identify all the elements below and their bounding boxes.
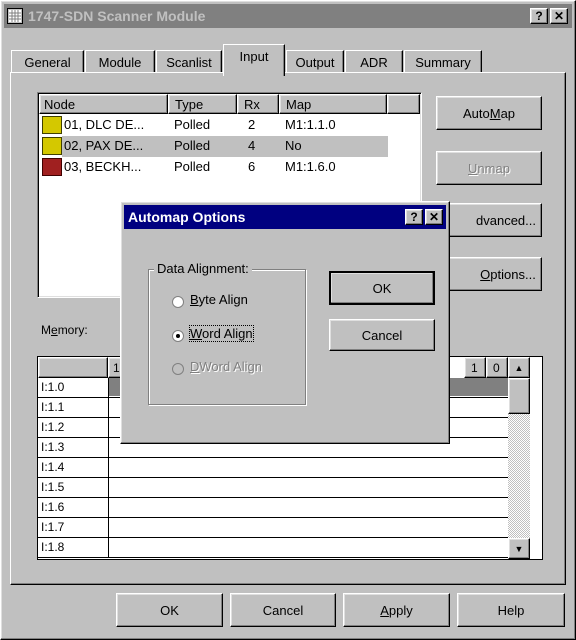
close-title-button[interactable]: ✕ <box>550 8 568 24</box>
grid-scrollbar[interactable]: ▲ ▼ <box>508 357 530 559</box>
main-window-title: 1747-SDN Scanner Module <box>28 8 206 24</box>
dialog-title-bar: Automap Options ? ✕ <box>124 205 446 229</box>
main-title-bar: 1747-SDN Scanner Module ? ✕ <box>4 4 572 28</box>
scroll-down-button[interactable]: ▼ <box>508 538 530 559</box>
unmap-button[interactable]: Unmap <box>436 151 542 185</box>
help-title-button[interactable]: ? <box>530 8 548 24</box>
scroll-up-button[interactable]: ▲ <box>508 357 530 378</box>
automap-options-dialog: Automap Options ? ✕ Data Alignment: Byte… <box>120 201 450 444</box>
table-row[interactable]: I:1.7 <box>38 518 508 538</box>
tab-summary[interactable]: Summary <box>404 50 482 73</box>
col-header-map[interactable]: Map <box>279 94 387 114</box>
memory-label: Memory: <box>41 323 88 337</box>
grid-corner <box>38 357 108 378</box>
automap-button[interactable]: Auto Map <box>436 96 542 130</box>
tab-general[interactable]: General <box>11 50 84 73</box>
dialog-help-button[interactable]: ? <box>405 209 423 225</box>
table-row[interactable]: I:1.5 <box>38 478 508 498</box>
grid-col-header[interactable]: 0 <box>486 357 508 378</box>
help-button[interactable]: Help <box>457 593 565 627</box>
dialog-close-button[interactable]: ✕ <box>425 209 443 225</box>
col-header-node[interactable]: Node <box>39 94 168 114</box>
options-button[interactable]: Options... <box>436 257 542 291</box>
ok-button[interactable]: OK <box>116 593 223 627</box>
node-row-selected[interactable]: 02, PAX DE... Polled 4 No <box>38 136 421 157</box>
data-alignment-label: Data Alignment: <box>154 261 252 276</box>
byte-align-radio[interactable] <box>172 296 184 308</box>
word-align-label[interactable]: Word Align <box>189 325 254 342</box>
tab-output[interactable]: Output <box>286 50 344 73</box>
device-icon <box>42 137 62 155</box>
dialog-ok-button[interactable]: OK <box>329 271 435 305</box>
table-row[interactable]: I:1.6 <box>38 498 508 518</box>
cancel-button[interactable]: Cancel <box>230 593 336 627</box>
node-row[interactable]: 01, DLC DE... Polled 2 M1:1.1.0 <box>38 115 421 136</box>
apply-button[interactable]: Apply <box>343 593 450 627</box>
table-row[interactable]: I:1.4 <box>38 458 508 478</box>
dword-align-radio[interactable] <box>172 363 184 375</box>
tab-adr[interactable]: ADR <box>345 50 403 73</box>
device-icon <box>42 116 62 134</box>
app-icon <box>7 8 23 24</box>
col-header-blank <box>387 94 420 114</box>
word-align-radio[interactable] <box>172 330 184 342</box>
module-icon <box>42 158 62 176</box>
byte-align-label[interactable]: Byte Align <box>190 292 248 307</box>
dialog-title: Automap Options <box>128 209 246 225</box>
table-row[interactable]: I:1.8 <box>38 538 508 558</box>
scroll-thumb[interactable] <box>508 378 530 414</box>
tab-scanlist[interactable]: Scanlist <box>156 50 222 73</box>
tab-input[interactable]: Input <box>223 44 285 76</box>
advanced-button[interactable]: dvanced... <box>436 203 542 237</box>
dword-align-label[interactable]: DWord Align <box>190 359 262 374</box>
col-header-type[interactable]: Type <box>168 94 237 114</box>
dialog-cancel-button[interactable]: Cancel <box>329 319 435 351</box>
grid-col-header[interactable]: 1 <box>464 357 486 378</box>
col-header-rx[interactable]: Rx <box>237 94 279 114</box>
tab-module[interactable]: Module <box>85 50 155 73</box>
node-row[interactable]: 03, BECKH... Polled 6 M1:1.6.0 <box>38 157 421 178</box>
